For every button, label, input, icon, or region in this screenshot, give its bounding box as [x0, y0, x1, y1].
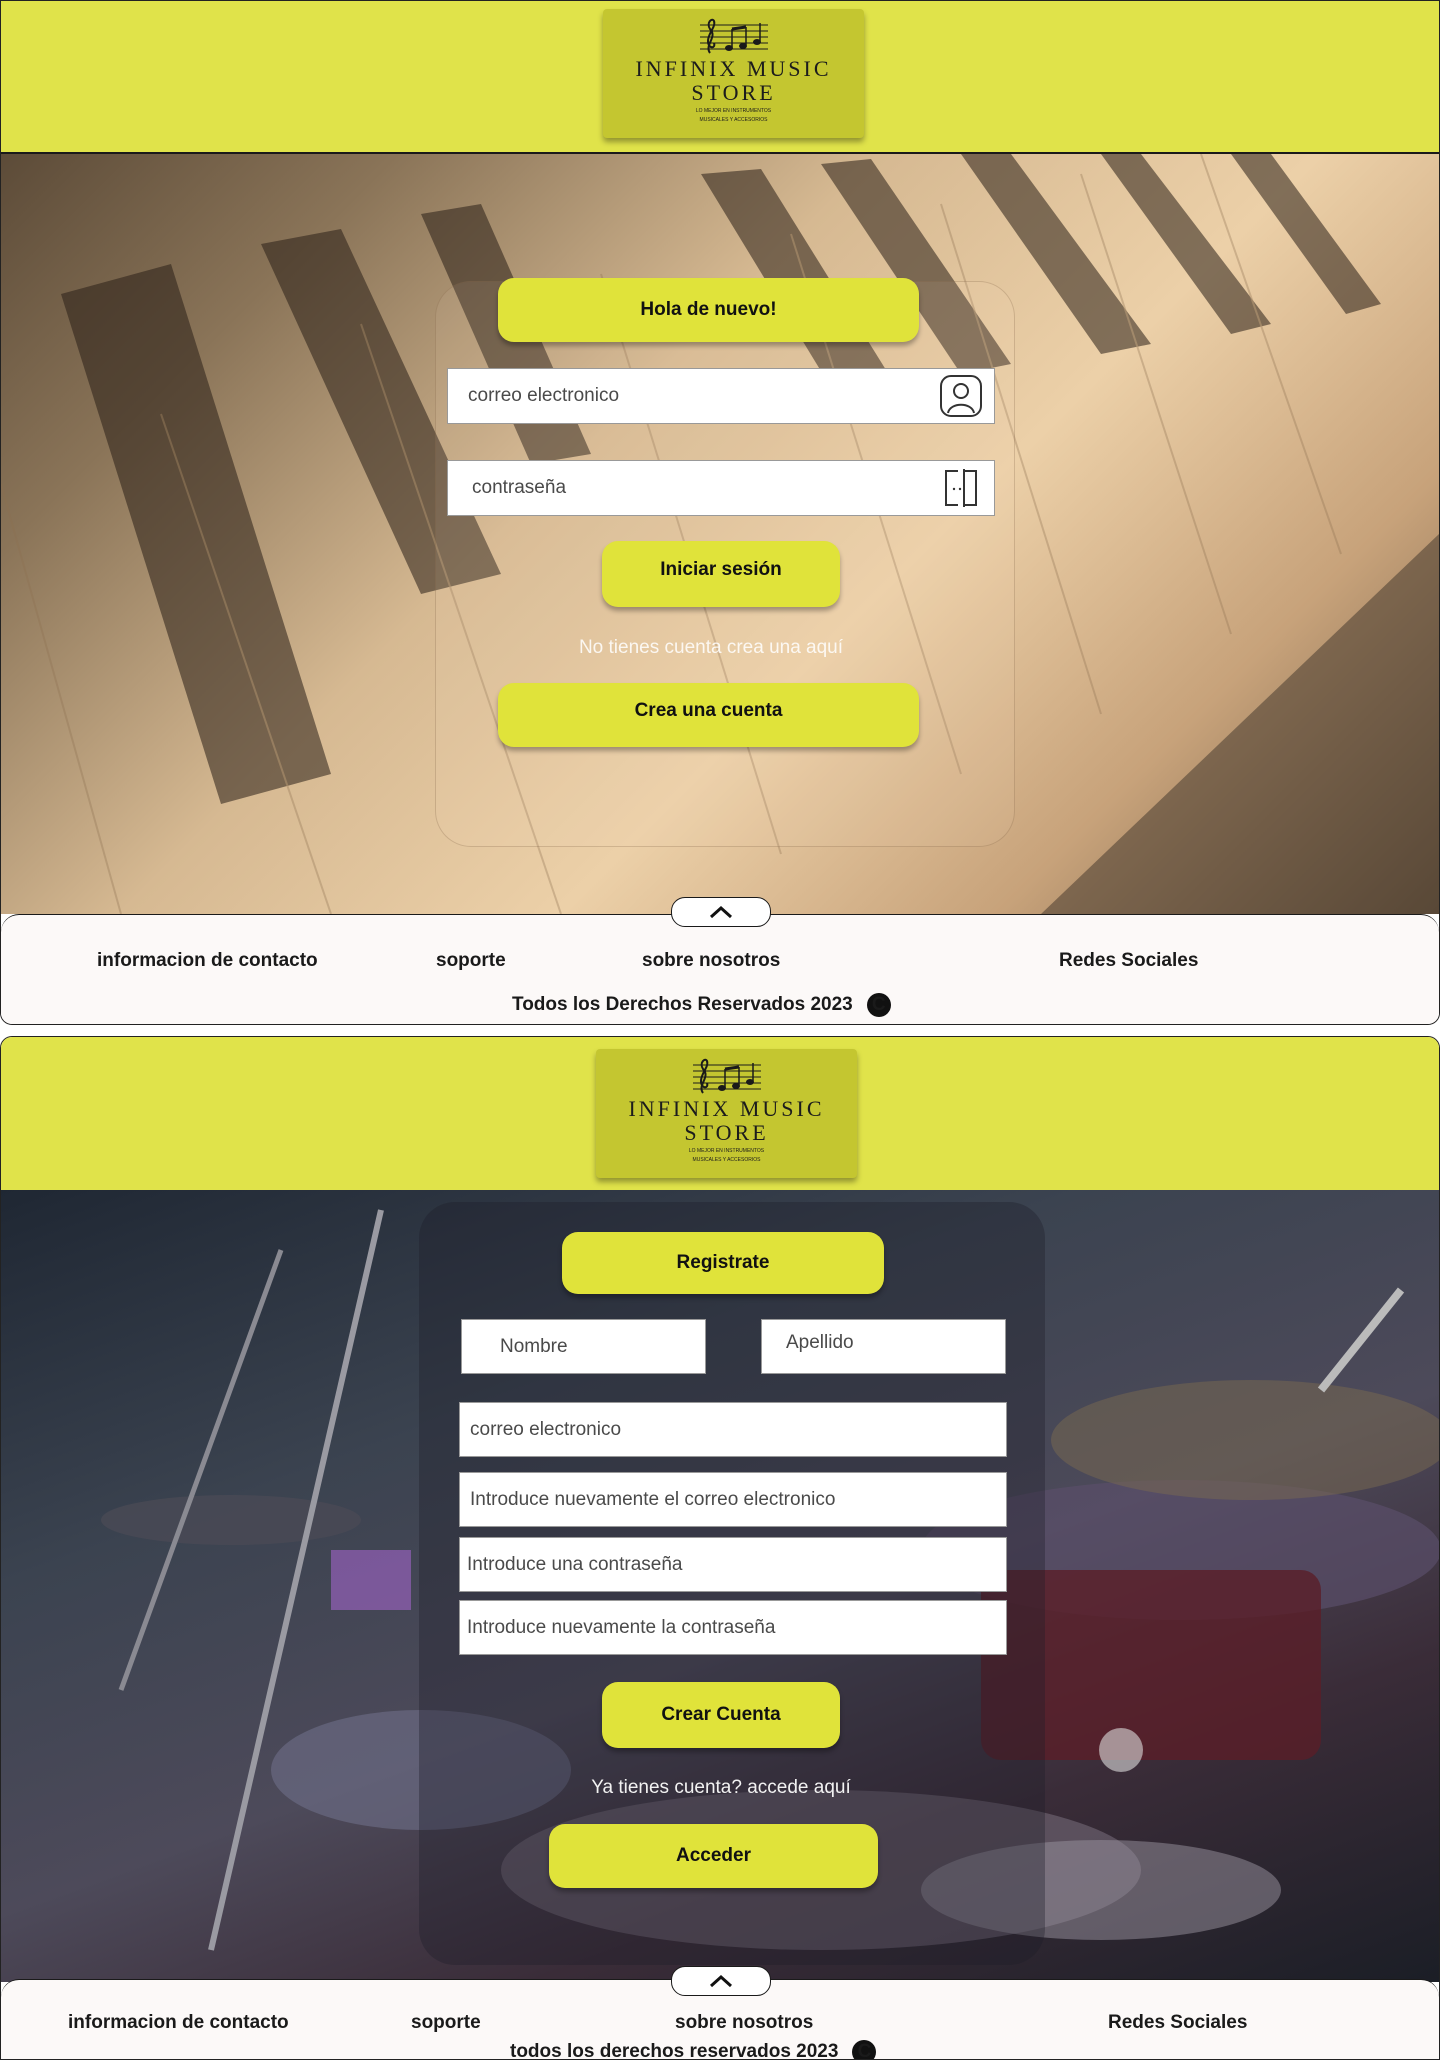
brand-name-line1: INFINIX MUSIC — [635, 56, 832, 81]
password-placeholder: Introduce una contraseña — [467, 1553, 683, 1575]
password-confirm-field[interactable]: Introduce nuevamente la contraseña — [459, 1600, 1007, 1655]
scroll-top-button[interactable] — [671, 897, 771, 927]
password-field[interactable]: contraseña — [447, 460, 995, 516]
footer-contact-link[interactable]: informacion de contacto — [97, 950, 318, 972]
last-name-field[interactable]: Apellido — [761, 1319, 1006, 1374]
no-account-text: No tienes cuenta crea una aquí — [578, 637, 844, 658]
brand-tagline-line2: MUSICALES Y ACCESORIOS — [699, 117, 768, 123]
lock-icon — [940, 467, 982, 515]
login-access-button[interactable]: Acceder — [549, 1824, 878, 1888]
first-name-field[interactable]: Nombre — [461, 1319, 706, 1374]
footer-copyright: Todos los Derechos Reservados 2023 C — [512, 993, 891, 1017]
footer-support-link[interactable]: soporte — [411, 2012, 481, 2034]
last-name-placeholder: Apellido — [786, 1332, 854, 1353]
copyright-text: Todos los Derechos Reservados 2023 — [512, 994, 853, 1015]
email-confirm-placeholder: Introduce nuevamente el correo electroni… — [470, 1488, 836, 1510]
brand-name-line2: STORE — [691, 80, 776, 105]
site-footer: informacion de contacto soporte sobre no… — [1, 914, 1439, 1024]
login-submit-button[interactable]: Iniciar sesión — [602, 541, 840, 607]
site-header: INFINIX MUSIC STORE LO MEJOR EN INSTRUME… — [1, 1, 1439, 154]
music-notes-icon — [692, 1058, 761, 1094]
brand-tagline-line1: LO MEJOR EN INSTRUMENTOS — [688, 1148, 765, 1154]
footer-about-link[interactable]: sobre nosotros — [642, 950, 780, 972]
create-account-submit-button[interactable]: Crear Cuenta — [602, 1682, 840, 1748]
chevron-up-icon — [709, 905, 733, 919]
site-header: INFINIX MUSIC STORE LO MEJOR EN INSTRUME… — [1, 1037, 1439, 1190]
footer-copyright: todos los derechos reservados 2023 C — [510, 2040, 877, 2060]
user-icon — [940, 375, 982, 423]
footer-about-link[interactable]: sobre nosotros — [675, 2012, 813, 2034]
email-field[interactable]: correo electronico — [447, 368, 995, 424]
store-logo[interactable]: INFINIX MUSIC STORE LO MEJOR EN INSTRUME… — [596, 1049, 857, 1178]
email-placeholder: correo electronico — [470, 1418, 622, 1440]
copyright-text: todos los derechos reservados 2023 — [510, 2041, 839, 2060]
password-field-placeholder: contraseña — [472, 477, 567, 498]
copyright-icon: C — [852, 2040, 877, 2059]
login-screen: INFINIX MUSIC STORE LO MEJOR EN INSTRUME… — [0, 0, 1440, 1025]
scroll-top-button[interactable] — [671, 1966, 771, 1996]
email-field[interactable]: correo electronico — [459, 1402, 1007, 1457]
register-screen: INFINIX MUSIC STORE LO MEJOR EN INSTRUME… — [0, 1036, 1440, 2060]
email-field-placeholder: correo electronico — [468, 385, 620, 406]
password-confirm-placeholder: Introduce nuevamente la contraseña — [467, 1616, 776, 1638]
brand-name-line2: STORE — [684, 1120, 769, 1145]
footer-social-link[interactable]: Redes Sociales — [1108, 2012, 1247, 2034]
brand-name-line1: INFINIX MUSIC — [628, 1096, 825, 1121]
brand-tagline-line1: LO MEJOR EN INSTRUMENTOS — [695, 108, 772, 114]
chevron-up-icon — [709, 1974, 733, 1988]
copyright-icon: C — [866, 993, 891, 1017]
create-account-button[interactable]: Crea una cuenta — [498, 683, 919, 747]
password-field[interactable]: Introduce una contraseña — [459, 1537, 1007, 1592]
brand-tagline-line2: MUSICALES Y ACCESORIOS — [692, 1157, 761, 1163]
email-confirm-field[interactable]: Introduce nuevamente el correo electroni… — [459, 1472, 1007, 1527]
music-notes-icon — [699, 18, 768, 54]
register-title: Registrate — [562, 1232, 884, 1294]
login-title: Hola de nuevo! — [498, 278, 919, 342]
first-name-placeholder: Nombre — [500, 1335, 568, 1357]
have-account-text: Ya tienes cuenta? accede aquí — [591, 1777, 851, 1798]
footer-social-link[interactable]: Redes Sociales — [1059, 950, 1198, 972]
footer-contact-link[interactable]: informacion de contacto — [68, 2012, 289, 2034]
store-logo[interactable]: INFINIX MUSIC STORE LO MEJOR EN INSTRUME… — [603, 9, 864, 138]
footer-support-link[interactable]: soporte — [436, 950, 506, 972]
